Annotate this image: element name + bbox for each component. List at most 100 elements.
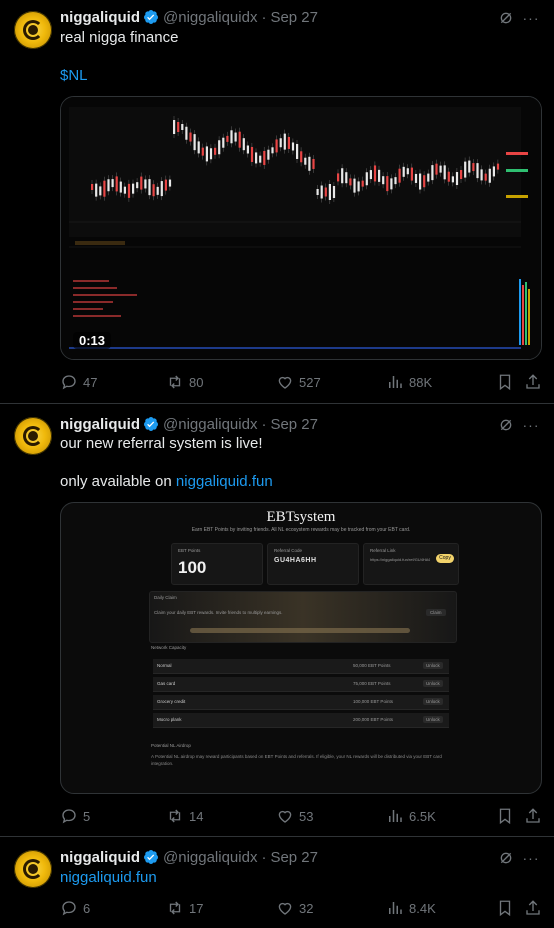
separator-dot: · bbox=[261, 8, 267, 26]
verified-badge-icon bbox=[143, 850, 158, 864]
display-name[interactable]: niggaliquid bbox=[60, 9, 140, 26]
views-count: 8.4K bbox=[409, 900, 436, 916]
unlock-button[interactable]: Unlock bbox=[423, 716, 443, 723]
verified-badge-icon bbox=[143, 10, 158, 24]
views-count: 6.5K bbox=[409, 808, 436, 824]
unlock-button[interactable]: Unlock bbox=[423, 662, 443, 669]
avatar[interactable] bbox=[14, 417, 52, 455]
share-icon[interactable] bbox=[524, 373, 542, 391]
cashtag-link[interactable]: $NL bbox=[60, 66, 88, 86]
reply-count: 47 bbox=[83, 374, 98, 390]
views-icon bbox=[389, 810, 402, 822]
tweet-text: real nigga finance bbox=[60, 29, 179, 46]
tweet-text-line2: only available on niggaliquid.fun bbox=[60, 472, 273, 492]
repost-count: 80 bbox=[189, 374, 204, 390]
repost-button[interactable]: 17 bbox=[166, 898, 203, 918]
tier-value: 200,000 EBT Points bbox=[353, 717, 393, 722]
unlock-button[interactable]: Unlock bbox=[423, 680, 443, 687]
like-button[interactable]: 32 bbox=[276, 898, 313, 918]
tweet-1[interactable]: niggaliquid @niggaliquidx · Sep 27 ··· r… bbox=[0, 0, 554, 402]
network-capacity-label: Network Capacity bbox=[151, 645, 187, 650]
more-icon[interactable]: ··· bbox=[522, 417, 540, 433]
reply-count: 5 bbox=[83, 808, 91, 824]
video-timestamp: 0:13 bbox=[73, 332, 112, 349]
tier-value: 50,000 EBT Points bbox=[353, 663, 391, 668]
avatar[interactable] bbox=[14, 850, 52, 888]
repost-count: 14 bbox=[189, 808, 204, 824]
glow-bar bbox=[190, 628, 410, 633]
claim-button[interactable]: Claim bbox=[426, 609, 446, 616]
tier-row: Grocery credit 100,000 EBT Points Unlock bbox=[153, 695, 449, 710]
repost-icon bbox=[169, 375, 181, 389]
bookmark-icon[interactable] bbox=[496, 373, 514, 391]
tweet-actions: 47 80 527 88K bbox=[60, 372, 546, 392]
ebt-title: EBTsystem bbox=[266, 509, 336, 525]
link-panel: Referral Link https://niggaliquid.fun/re… bbox=[363, 543, 459, 585]
avatar[interactable] bbox=[14, 11, 52, 49]
like-count: 32 bbox=[299, 900, 314, 916]
tier-row: Gas card 75,000 EBT Points Unlock bbox=[153, 677, 449, 692]
grok-icon[interactable] bbox=[498, 417, 514, 433]
handle[interactable]: @niggaliquidx bbox=[163, 9, 257, 26]
bookmark-icon[interactable] bbox=[496, 899, 514, 917]
daily-claim-panel: Daily Claim Claim your daily EBT rewards… bbox=[149, 591, 457, 643]
repost-icon bbox=[169, 901, 181, 915]
code-panel: Referral Code GU4HA6HH bbox=[267, 543, 359, 585]
tweet-header: niggaliquid @niggaliquidx · Sep 27 bbox=[60, 7, 318, 27]
reply-button[interactable]: 47 bbox=[60, 372, 97, 392]
grok-icon[interactable] bbox=[498, 850, 514, 866]
reply-icon bbox=[62, 901, 76, 916]
reply-button[interactable]: 5 bbox=[60, 806, 90, 826]
code-value: GU4HA6HH bbox=[274, 557, 317, 564]
chart-video-frame bbox=[61, 97, 541, 359]
airdrop-title: Potential NL Airdrop bbox=[151, 743, 191, 748]
like-count: 53 bbox=[299, 808, 314, 824]
separator-dot: · bbox=[261, 848, 267, 866]
more-icon[interactable]: ··· bbox=[522, 10, 540, 26]
reply-icon bbox=[62, 809, 76, 824]
like-button[interactable]: 53 bbox=[276, 806, 313, 826]
tweet-3[interactable]: niggaliquid @niggaliquidx · Sep 27 ··· n… bbox=[0, 837, 554, 928]
like-icon bbox=[278, 810, 292, 823]
points-value: 100 bbox=[178, 558, 207, 577]
reply-icon bbox=[62, 375, 76, 390]
unlock-button[interactable]: Unlock bbox=[423, 698, 443, 705]
link-value: https://niggaliquid.fun/ref/GU4HA6HH bbox=[370, 557, 430, 562]
tweet-date[interactable]: Sep 27 bbox=[270, 9, 318, 26]
views-button[interactable]: 6.5K bbox=[386, 806, 436, 826]
grok-icon[interactable] bbox=[498, 10, 514, 26]
like-button[interactable]: 527 bbox=[276, 372, 321, 392]
verified-badge-icon bbox=[143, 417, 158, 431]
repost-button[interactable]: 80 bbox=[166, 372, 203, 392]
share-icon[interactable] bbox=[524, 807, 542, 825]
handle[interactable]: @niggaliquidx bbox=[163, 416, 257, 433]
separator-dot: · bbox=[261, 415, 267, 433]
more-icon[interactable]: ··· bbox=[522, 850, 540, 866]
bookmark-icon[interactable] bbox=[496, 807, 514, 825]
tweet-2[interactable]: niggaliquid @niggaliquidx · Sep 27 ··· o… bbox=[0, 404, 554, 834]
share-icon[interactable] bbox=[524, 899, 542, 917]
repost-button[interactable]: 14 bbox=[166, 806, 203, 826]
handle[interactable]: @niggaliquidx bbox=[163, 849, 257, 866]
code-label: Referral Code bbox=[274, 548, 303, 553]
views-button[interactable]: 8.4K bbox=[386, 898, 436, 918]
video-player[interactable]: 0:13 bbox=[60, 96, 542, 360]
airdrop-text: A Potential NL airdrop may reward partic… bbox=[151, 754, 442, 766]
points-label: EBT Points bbox=[178, 548, 201, 553]
site-link[interactable]: niggaliquid.fun bbox=[60, 868, 157, 888]
tier-value: 100,000 EBT Points bbox=[353, 699, 393, 704]
reply-count: 6 bbox=[83, 900, 91, 916]
views-button[interactable]: 88K bbox=[386, 372, 432, 392]
site-link[interactable]: niggaliquid.fun bbox=[176, 473, 273, 490]
link-label: Referral Link bbox=[370, 548, 396, 553]
reply-button[interactable]: 6 bbox=[60, 898, 90, 918]
display-name[interactable]: niggaliquid bbox=[60, 849, 140, 866]
tweet-header: niggaliquid @niggaliquidx · Sep 27 bbox=[60, 414, 318, 434]
views-icon bbox=[389, 376, 402, 388]
display-name[interactable]: niggaliquid bbox=[60, 416, 140, 433]
views-count: 88K bbox=[409, 374, 433, 390]
ebt-screenshot[interactable]: EBTsystem Earn EBT Points by inviting fr… bbox=[60, 502, 542, 794]
copy-button[interactable]: Copy bbox=[436, 554, 454, 563]
tweet-date[interactable]: Sep 27 bbox=[270, 849, 318, 866]
tweet-date[interactable]: Sep 27 bbox=[270, 416, 318, 433]
